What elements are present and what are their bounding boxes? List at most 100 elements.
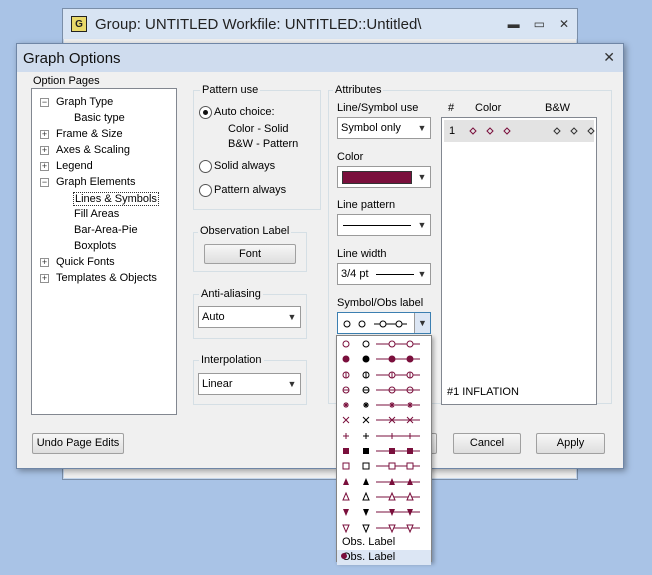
list-item[interactable]: 1: [444, 120, 595, 142]
series-name-footer: #1 INFLATION: [447, 386, 519, 398]
marker-plus-icon: [343, 432, 420, 439]
anti-aliasing-select[interactable]: Auto ▼: [198, 306, 301, 328]
list-col-color: Color: [475, 102, 502, 114]
list-item[interactable]: [337, 397, 431, 412]
pattern-use-label: Pattern use: [200, 84, 261, 96]
maximize-icon[interactable]: ▭: [534, 17, 545, 31]
list-item[interactable]: [337, 504, 431, 519]
series-symbol-preview: [469, 127, 595, 135]
expand-icon[interactable]: +: [40, 130, 49, 139]
marker-circle-dash-icon: [342, 386, 420, 394]
collapse-icon[interactable]: −: [40, 98, 49, 107]
line-width-label: Line width: [337, 248, 387, 260]
dialog-close-icon[interactable]: ✕: [603, 49, 615, 66]
tree-item-lines-symbols[interactable]: Lines & Symbols: [73, 192, 159, 206]
tree-item-basic-type[interactable]: Basic type: [74, 112, 125, 124]
expand-icon[interactable]: +: [40, 274, 49, 283]
group-icon: G: [71, 16, 87, 32]
list-item[interactable]: [337, 367, 431, 382]
marker-tri-down-open-icon: [342, 524, 420, 533]
line-symbol-use-value: Symbol only: [341, 122, 401, 134]
line-width-select[interactable]: 3/4 pt ▼: [337, 263, 431, 285]
group-window-title: Group: UNTITLED Workfile: UNTITLED::Unti…: [95, 15, 422, 33]
series-attributes-list[interactable]: 1: [441, 117, 597, 405]
tree-item-legend[interactable]: Legend: [56, 160, 93, 172]
option-pages-tree[interactable]: − Graph Type Basic type + Frame & Size +…: [31, 88, 177, 415]
marker-tri-fill-icon: [343, 477, 420, 485]
list-item[interactable]: [337, 443, 431, 458]
dialog-titlebar[interactable]: Graph Options ✕: [17, 44, 623, 72]
line-pattern-label: Line pattern: [337, 199, 396, 211]
chevron-down-icon: ▼: [417, 269, 427, 279]
list-item[interactable]: Obs. Label: [337, 535, 431, 550]
chevron-down-icon: ▼: [417, 220, 427, 230]
symbol-sample-icon: [343, 320, 407, 328]
dialog-title: Graph Options: [23, 49, 121, 67]
auto-choice-detail-1: Color - Solid: [228, 123, 289, 135]
color-label: Color: [337, 151, 364, 163]
list-col-number: #: [448, 102, 455, 114]
list-col-bw: B&W: [545, 102, 571, 114]
tree-item-axes-scaling[interactable]: Axes & Scaling: [56, 144, 130, 156]
tree-item-templates-objects[interactable]: Templates & Objects: [56, 272, 157, 284]
list-item[interactable]: [337, 412, 431, 427]
expand-icon[interactable]: +: [40, 162, 49, 171]
collapse-icon[interactable]: −: [40, 178, 49, 187]
tree-item-graph-type[interactable]: Graph Type: [56, 96, 113, 108]
chevron-down-icon: ▼: [287, 379, 297, 389]
auto-choice-detail-2: B&W - Pattern: [228, 138, 299, 150]
expand-icon[interactable]: +: [40, 258, 49, 267]
solid-always-label[interactable]: Solid always: [214, 160, 275, 172]
list-item[interactable]: [337, 382, 431, 397]
marker-sq-fill-icon: [343, 448, 420, 455]
marker-tri-open-icon: [342, 491, 420, 501]
list-item[interactable]: [337, 520, 431, 535]
tree-item-boxplots[interactable]: Boxplots: [74, 240, 116, 252]
list-item[interactable]: [337, 458, 431, 473]
line-pattern-select[interactable]: ▼: [337, 214, 431, 236]
close-icon[interactable]: ✕: [559, 17, 569, 31]
list-item[interactable]: [337, 351, 431, 366]
tree-item-fill-areas[interactable]: Fill Areas: [74, 208, 119, 220]
line-width-sample: [376, 274, 414, 275]
auto-choice-radio[interactable]: [199, 106, 212, 119]
tree-item-bar-area-pie[interactable]: Bar-Area-Pie: [74, 224, 138, 236]
tree-item-quick-fonts[interactable]: Quick Fonts: [56, 256, 115, 268]
list-item[interactable]: [337, 489, 431, 504]
expand-icon[interactable]: +: [40, 146, 49, 155]
marker-sq-open-icon: [342, 462, 420, 470]
pattern-always-radio[interactable]: [199, 184, 212, 197]
observation-label-label: Observation Label: [198, 225, 292, 237]
pattern-always-label[interactable]: Pattern always: [214, 184, 286, 196]
undo-page-edits-button[interactable]: Undo Page Edits: [32, 433, 124, 454]
color-select[interactable]: ▼: [337, 166, 431, 188]
series-number: 1: [449, 125, 456, 137]
marker-circle-fill-icon: [342, 355, 420, 363]
interpolation-value: Linear: [202, 378, 233, 390]
obs-label-option: Obs. Label: [342, 535, 396, 548]
list-item[interactable]: [337, 336, 431, 351]
marker-x-icon: [342, 417, 420, 424]
list-item[interactable]: [337, 474, 431, 489]
cancel-button[interactable]: Cancel: [453, 433, 521, 454]
font-button[interactable]: Font: [204, 244, 296, 264]
tree-item-frame-size[interactable]: Frame & Size: [56, 128, 123, 140]
list-item[interactable]: [337, 428, 431, 443]
color-swatch: [342, 171, 412, 184]
group-window-titlebar[interactable]: G Group: UNTITLED Workfile: UNTITLED::Un…: [63, 9, 577, 39]
symbol-obs-label-select[interactable]: ▼: [337, 312, 431, 334]
interpolation-label: Interpolation: [199, 354, 264, 366]
solid-always-radio[interactable]: [199, 160, 212, 173]
symbol-dropdown-list[interactable]: Obs. Label Obs. Label: [336, 335, 432, 566]
interpolation-select[interactable]: Linear ▼: [198, 373, 301, 395]
minimize-icon[interactable]: ▬: [508, 17, 520, 31]
line-width-value: 3/4 pt: [341, 268, 369, 280]
line-symbol-use-select[interactable]: Symbol only ▼: [337, 117, 431, 139]
solid-line-sample: [343, 225, 411, 226]
auto-choice-label[interactable]: Auto choice:: [214, 106, 275, 118]
tree-item-graph-elements[interactable]: Graph Elements: [56, 176, 135, 188]
apply-button[interactable]: Apply: [536, 433, 605, 454]
list-item[interactable]: Obs. Label: [337, 550, 431, 566]
anti-aliasing-label: Anti-aliasing: [199, 288, 263, 300]
symbol-obs-label-label: Symbol/Obs label: [337, 297, 424, 309]
